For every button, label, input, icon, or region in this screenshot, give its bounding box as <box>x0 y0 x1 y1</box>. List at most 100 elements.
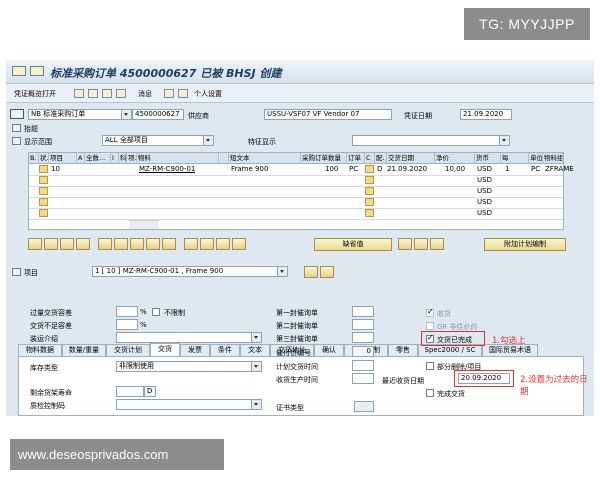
more-icon[interactable] <box>430 238 444 250</box>
delete-icon[interactable] <box>98 238 112 250</box>
table-row[interactable]: USD <box>29 208 563 220</box>
overdelivery-field[interactable] <box>116 306 138 317</box>
shipping-instr-select[interactable] <box>116 332 262 343</box>
collapse-overview-icon[interactable] <box>12 137 21 145</box>
tab-invoice[interactable]: 发票 <box>180 344 210 356</box>
partial-delete-checkbox[interactable] <box>426 362 434 370</box>
next-item-icon[interactable] <box>320 266 334 278</box>
percent-label: % <box>140 321 147 329</box>
col-header: C <box>365 153 375 164</box>
expand-header-icon[interactable] <box>12 124 21 132</box>
sap-window: 标准采购订单 4500000627 已被 BHSJ 创建 凭证概览打开 消息 个… <box>6 60 594 416</box>
col-header: 项目 <box>49 153 77 164</box>
horizontal-scrollbar[interactable] <box>129 220 159 229</box>
stock-type-select[interactable]: 非限制使用 <box>116 361 262 372</box>
tab-material-data[interactable]: 物料数据 <box>18 344 62 356</box>
export-icon[interactable] <box>232 238 246 250</box>
doc-date-field[interactable]: 21.09.2020 <box>460 109 512 120</box>
tab-quantity-weight[interactable]: 数量/重量 <box>62 344 106 356</box>
row-select[interactable] <box>39 209 48 217</box>
cell-category-box[interactable] <box>365 209 374 217</box>
item-select[interactable]: 1 [ 10 ] MZ-RM-C900-01 , Frame 900 <box>92 266 288 277</box>
row-select[interactable] <box>39 187 48 195</box>
account-icon[interactable] <box>398 238 412 250</box>
gr-nonvaluated-checkbox <box>426 322 434 330</box>
underdelivery-label: 交货不足容差 <box>30 322 72 330</box>
prev-item-icon[interactable] <box>304 266 318 278</box>
cell-currency: USD <box>477 209 492 217</box>
print-icon[interactable] <box>178 89 188 98</box>
doc-overview-button[interactable]: 凭证概览打开 <box>14 89 56 99</box>
select-all-icon[interactable] <box>44 238 58 250</box>
system-icon[interactable] <box>30 66 44 76</box>
row-select[interactable] <box>39 176 48 184</box>
col-header: 科 <box>119 153 127 164</box>
gr-processing-field[interactable] <box>352 373 374 384</box>
tab-retail[interactable]: 零售 <box>388 344 418 356</box>
vendor-field[interactable]: USSU-VSF07 VF Vendor 07 <box>264 109 392 120</box>
doc-type-select[interactable]: NB 标准采购订单 <box>28 109 132 120</box>
cell-category-box[interactable] <box>365 176 374 184</box>
percent-label: % <box>140 308 147 316</box>
col-header: 净价 <box>435 153 475 164</box>
special-display-select[interactable] <box>352 135 510 146</box>
qm-control-label: 质检控制码 <box>30 402 65 410</box>
filter-icon[interactable] <box>162 238 176 250</box>
default-values-button[interactable]: 缺省值 <box>314 238 392 251</box>
personal-settings-button[interactable]: 个人设置 <box>194 89 222 99</box>
display-range-select[interactable]: ALL 全部项目 <box>102 135 214 146</box>
settings-icon[interactable] <box>216 238 230 250</box>
copy-icon[interactable] <box>102 89 112 98</box>
cell-item: 10 <box>51 165 60 173</box>
layout-icon[interactable] <box>200 238 214 250</box>
copy-row-icon[interactable] <box>76 238 90 250</box>
deselect-icon[interactable] <box>60 238 74 250</box>
edit-icon[interactable] <box>88 89 98 98</box>
qm-control-select[interactable] <box>116 399 262 410</box>
reminder2-label: 第二封催询单 <box>276 322 318 330</box>
underdelivery-field[interactable] <box>116 319 138 330</box>
final-delivery-checkbox[interactable] <box>426 389 434 397</box>
sort-icon[interactable] <box>146 238 160 250</box>
planned-delivery-field[interactable] <box>352 360 374 371</box>
delivery-completed-checkbox[interactable] <box>426 333 434 343</box>
messages-button[interactable]: 消息 <box>138 89 152 99</box>
tab-delivery-schedule[interactable]: 交货计划 <box>106 344 150 356</box>
info-icon[interactable] <box>164 89 174 98</box>
reminder2-field[interactable] <box>352 319 374 330</box>
add-planning-button[interactable]: 附加计划编制 <box>484 238 566 251</box>
reminder1-field[interactable] <box>352 306 374 317</box>
reminder-no-field: 0 <box>352 346 374 357</box>
sum-icon[interactable] <box>184 238 198 250</box>
cert-type-field[interactable] <box>354 401 374 412</box>
reminder-no-label: 催付信编号 <box>276 349 311 357</box>
unlock-icon[interactable] <box>130 238 144 250</box>
tab-confirmation[interactable]: 确认 <box>314 344 344 356</box>
row-select[interactable] <box>39 165 48 173</box>
hold-icon[interactable] <box>116 89 126 98</box>
header-label: 抬题 <box>24 125 38 133</box>
collapse-item-icon[interactable] <box>12 268 21 276</box>
cell-category-box[interactable] <box>365 198 374 206</box>
row-select[interactable] <box>39 198 48 206</box>
shipping-instr-label: 装运介绍 <box>30 335 58 343</box>
col-header: A <box>77 153 85 164</box>
unlimited-checkbox[interactable] <box>152 308 160 316</box>
lock-icon[interactable] <box>114 238 128 250</box>
col-header: 交货日期 <box>387 153 435 164</box>
display-icon[interactable] <box>74 89 84 98</box>
remaining-shelf-field[interactable] <box>116 386 144 397</box>
cell-category-box[interactable] <box>365 165 374 173</box>
reminder3-field[interactable] <box>352 332 374 343</box>
last-delivery-date-field[interactable]: 20.09.2020 <box>458 373 510 384</box>
tab-conditions[interactable]: 条件 <box>210 344 240 356</box>
tab-texts[interactable]: 文本 <box>240 344 270 356</box>
config-icon[interactable] <box>414 238 428 250</box>
detail-icon[interactable] <box>28 238 42 250</box>
cell-material[interactable]: MZ-RM-C900-01 <box>139 164 195 175</box>
cell-category-box[interactable] <box>365 187 374 195</box>
col-header: 状. <box>39 153 49 164</box>
tab-delivery[interactable]: 交货 <box>150 343 180 356</box>
menu-icon[interactable] <box>12 66 26 76</box>
po-number-field[interactable]: 4500000627 <box>132 109 184 120</box>
